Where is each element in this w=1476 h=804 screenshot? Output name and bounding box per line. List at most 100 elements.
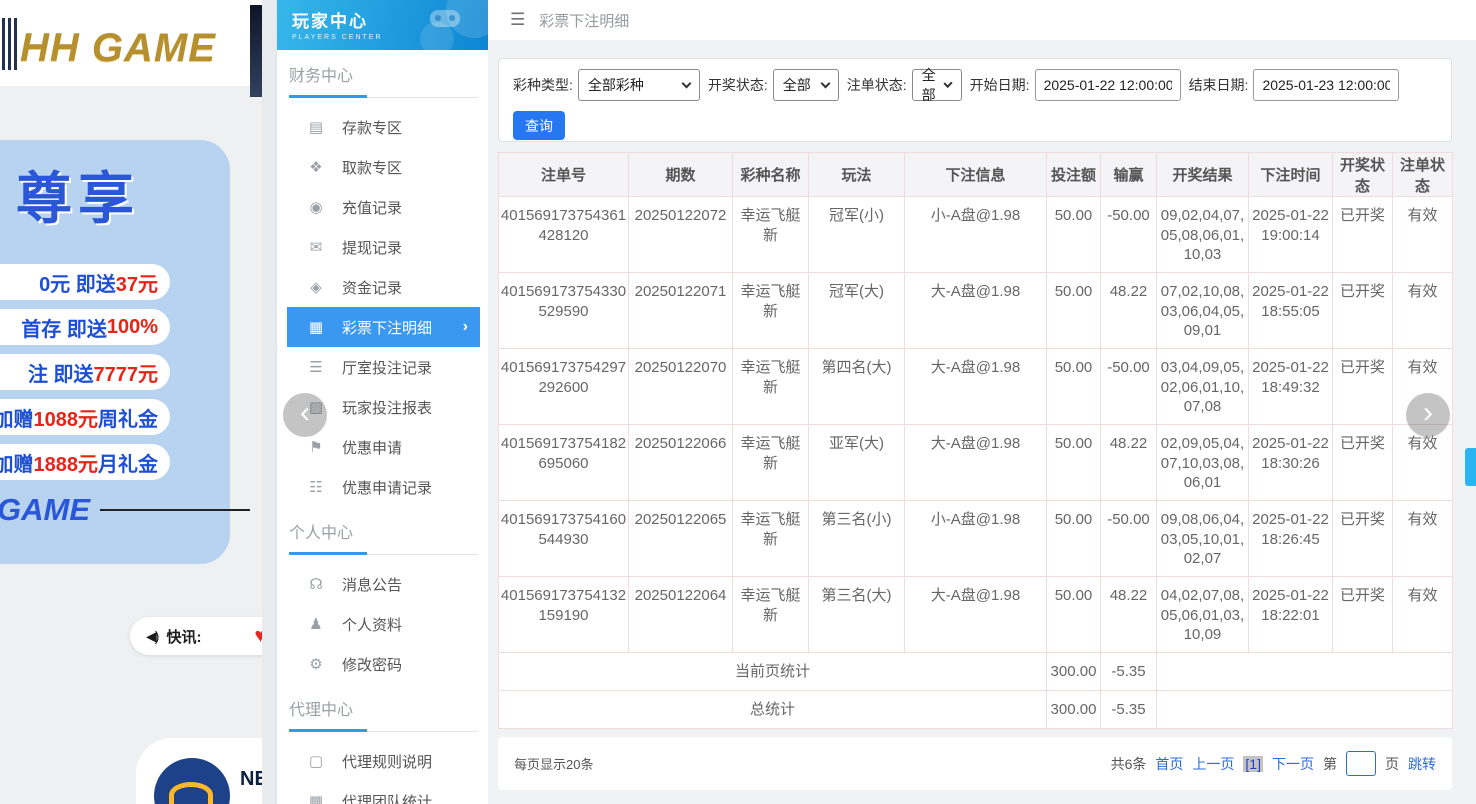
cell-play: 第三名(大) bbox=[808, 576, 905, 653]
cell-win-loss: -50.00 bbox=[1100, 500, 1157, 577]
search-button[interactable]: 查询 bbox=[513, 111, 565, 140]
first-page-link[interactable]: 首页 bbox=[1155, 754, 1183, 774]
jump-action-link[interactable]: 跳转 bbox=[1408, 754, 1436, 774]
sidebar-item-label: 存款专区 bbox=[342, 119, 403, 137]
cell-time: 2025-01-22 18:30:26 bbox=[1248, 424, 1333, 501]
sidebar-item-agent-team-stats[interactable]: ▦ 代理团队统计 bbox=[287, 781, 480, 804]
sidebar-item-recharge-records[interactable]: ◉ 充值记录 bbox=[287, 187, 480, 227]
promo-pill-text: 100% bbox=[106, 315, 158, 338]
pagination-bar: 每页显示20条 共6条 首页 上一页 [1] 下一页 第 页 跳转 bbox=[498, 737, 1452, 790]
page-title: 彩票下注明细 bbox=[539, 12, 630, 30]
prev-page-link[interactable]: 上一页 bbox=[1192, 754, 1234, 774]
wallet-icon: ✉ bbox=[309, 239, 323, 256]
cell-lottery: 幸运飞艇新 bbox=[732, 348, 809, 425]
sidebar-item-label: 取款专区 bbox=[342, 159, 403, 177]
cell-time: 2025-01-22 18:22:01 bbox=[1248, 576, 1333, 653]
page-size-text: 每页显示20条 bbox=[514, 757, 594, 772]
promo-pill-text: 月礼金 bbox=[98, 453, 158, 476]
brand-dash-decoration bbox=[100, 509, 250, 511]
bridge-arch-decoration bbox=[169, 782, 213, 804]
sidebar-item-label: 玩家投注报表 bbox=[342, 399, 433, 417]
cell-bet-id: 401569173754160544930 bbox=[498, 500, 629, 577]
speaker-icon: ◀) bbox=[146, 627, 160, 644]
coupon-icon: ⚑ bbox=[309, 439, 323, 456]
news-ticker: ◀) 快讯: ♥ bbox=[130, 617, 262, 655]
cell-order-status: 有效 bbox=[1392, 576, 1453, 653]
cell-win-loss: -50.00 bbox=[1100, 348, 1157, 425]
cell-order-status: 有效 bbox=[1392, 272, 1453, 349]
promo-pills: 0元 即送 37元 首存 即送 100% 注 即送 7777元 加赠 1088元 周礼金 加赠 18… bbox=[0, 264, 170, 480]
sidebar-item-hall-bet-records[interactable]: ☰ 厅室投注记录 bbox=[287, 347, 480, 387]
ticker-label: 快讯: bbox=[166, 628, 202, 646]
sidebar-item-deposit-zone[interactable]: ▤ 存款专区 bbox=[287, 107, 480, 147]
sidebar-item-agent-rules[interactable]: ▢ 代理规则说明 bbox=[287, 741, 480, 781]
summary-amount: 300.00 bbox=[1046, 690, 1101, 729]
cell-amount: 50.00 bbox=[1046, 500, 1101, 577]
lottery-type-select[interactable]: 全部彩种 bbox=[577, 69, 700, 101]
promo-pill-text: 注 即送 bbox=[27, 363, 94, 386]
sidebar-item-withdraw-records[interactable]: ✉ 提现记录 bbox=[287, 227, 480, 267]
page-jump-input[interactable] bbox=[1346, 751, 1376, 776]
chevron-down-icon bbox=[820, 78, 831, 89]
promo-headline: 尊享 bbox=[16, 167, 140, 230]
sidebar-section-underline bbox=[289, 551, 478, 555]
cell-amount: 50.00 bbox=[1046, 424, 1101, 501]
pager: 共6条 首页 上一页 [1] 下一页 第 页 跳转 bbox=[1111, 751, 1436, 776]
lottery-type-value: 全部彩种 bbox=[587, 77, 644, 93]
cell-lottery: 幸运飞艇新 bbox=[732, 576, 809, 653]
table-header-row: 注单号 期数 彩种名称 玩法 下注信息 投注额 输赢 开奖结果 下注时间 开奖状态 注单状态 bbox=[498, 152, 1453, 197]
cell-draw-status: 已开奖 bbox=[1332, 196, 1393, 273]
sidebar-item-label: 资金记录 bbox=[342, 279, 403, 297]
order-status-value: 全部 bbox=[921, 67, 936, 103]
column-header: 输赢 bbox=[1100, 152, 1157, 197]
sidebar-item-messages[interactable]: ☊ 消息公告 bbox=[287, 564, 480, 604]
jump-prefix-label: 第 bbox=[1323, 755, 1337, 772]
cell-lottery: 幸运飞艇新 bbox=[732, 500, 809, 577]
carousel-right-arrow[interactable]: › bbox=[1406, 393, 1450, 437]
sidebar-item-profile[interactable]: ♟ 个人资料 bbox=[287, 604, 480, 644]
cell-amount: 50.00 bbox=[1046, 348, 1101, 425]
cell-amount: 50.00 bbox=[1046, 196, 1101, 273]
start-date-input[interactable] bbox=[1034, 69, 1181, 101]
sidebar-section-title: 代理中心 bbox=[289, 702, 354, 719]
cell-bet-id: 401569173754330529590 bbox=[498, 272, 629, 349]
sidebar-item-lottery-bet-details[interactable]: ▦ 彩票下注明细 › bbox=[287, 307, 480, 347]
sidebar-item-fund-records[interactable]: ◈ 资金记录 bbox=[287, 267, 480, 307]
current-page-indicator[interactable]: [1] bbox=[1243, 755, 1263, 772]
cell-play: 亚军(大) bbox=[808, 424, 905, 501]
sidebar-item-label: 彩票下注明细 bbox=[342, 319, 433, 337]
promo-pill-text: 1888元 bbox=[33, 453, 99, 476]
cell-bet-info: 小-A盘@1.98 bbox=[904, 196, 1047, 273]
column-header: 下注时间 bbox=[1248, 152, 1333, 197]
lottery-type-label: 彩种类型: bbox=[513, 77, 573, 93]
summary-label: 总统计 bbox=[498, 690, 1047, 729]
sidebar-item-label: 优惠申请 bbox=[342, 439, 403, 457]
cell-period: 20250122065 bbox=[628, 500, 733, 577]
cell-draw-status: 已开奖 bbox=[1332, 348, 1393, 425]
draw-status-label: 开奖状态: bbox=[707, 77, 768, 93]
hamburger-menu-icon[interactable]: ☰ bbox=[510, 10, 525, 30]
sidebar-item-promo-apply-records[interactable]: ☷ 优惠申请记录 bbox=[287, 467, 480, 507]
sidebar-item-withdraw-zone[interactable]: ❖ 取款专区 bbox=[287, 147, 480, 187]
cell-bet-info: 小-A盘@1.98 bbox=[904, 500, 1047, 577]
column-header: 下注信息 bbox=[904, 152, 1047, 197]
draw-status-select[interactable]: 全部 bbox=[772, 69, 839, 101]
sidebar-item-change-password[interactable]: ⚙ 修改密码 bbox=[287, 644, 480, 684]
news-card: NE bbox=[136, 738, 262, 804]
end-date-input[interactable] bbox=[1253, 69, 1400, 101]
sidebar-item-label: 优惠申请记录 bbox=[342, 479, 433, 497]
cell-bet-id: 401569173754182695060 bbox=[498, 424, 629, 501]
sidebar-item-label: 提现记录 bbox=[342, 239, 403, 257]
summary-row: 当前页统计 300.00 -5.35 bbox=[498, 652, 1453, 691]
order-status-select[interactable]: 全部 bbox=[911, 67, 962, 103]
cell-win-loss: 48.22 bbox=[1100, 576, 1157, 653]
carousel-left-arrow[interactable]: ‹ bbox=[283, 393, 327, 437]
next-page-link[interactable]: 下一页 bbox=[1272, 754, 1314, 774]
summary-amount: 300.00 bbox=[1046, 652, 1101, 691]
service-edge-tab[interactable] bbox=[1465, 448, 1476, 486]
promo-brand-text: H GAME bbox=[0, 492, 90, 527]
background-gap bbox=[262, 0, 276, 804]
sidebar-item-label: 代理团队统计 bbox=[342, 793, 433, 804]
news-card-text: NE bbox=[240, 768, 262, 790]
order-status-label: 注单状态: bbox=[846, 77, 907, 93]
